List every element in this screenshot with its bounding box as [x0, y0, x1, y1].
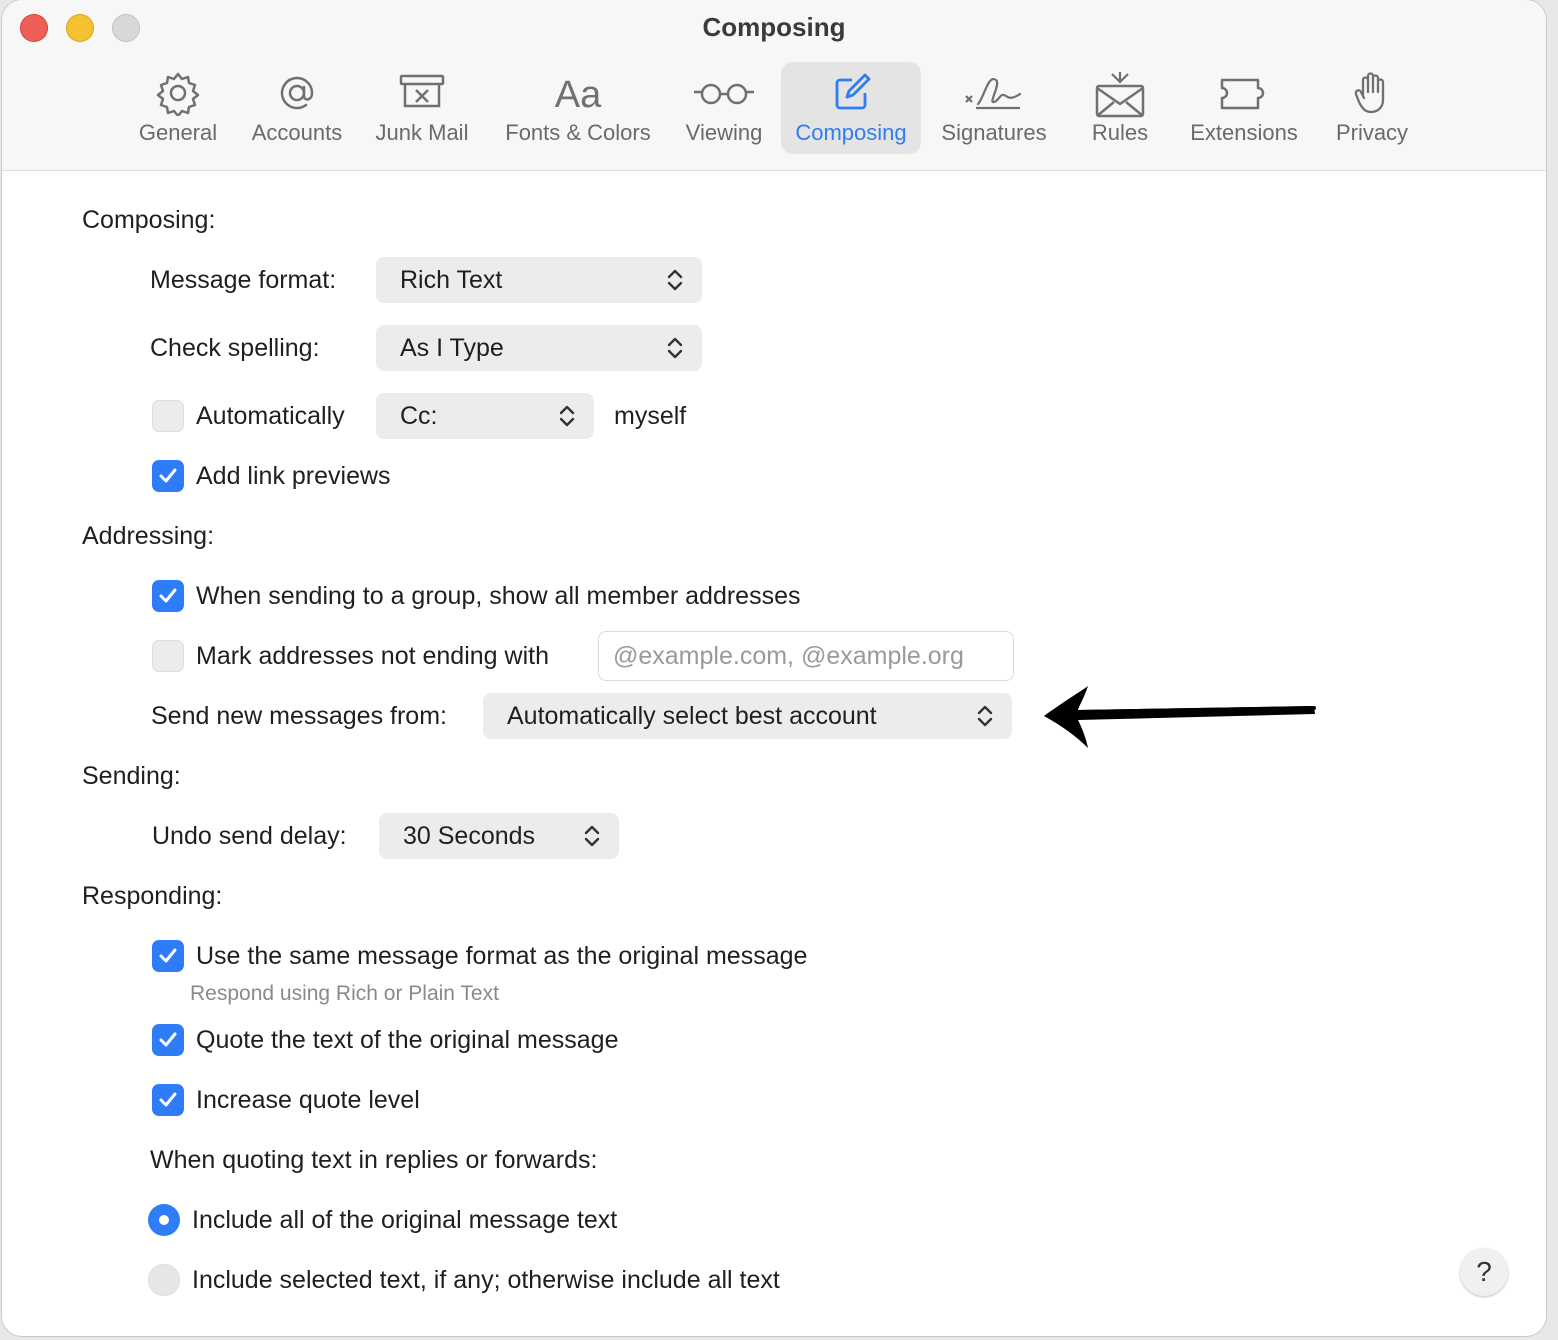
- checkmark-icon: [159, 1092, 177, 1107]
- checkmark-icon: [159, 588, 177, 603]
- tab-rules[interactable]: Rules: [1082, 62, 1158, 154]
- same-format-checkbox[interactable]: [152, 940, 184, 972]
- quote-text-label: Quote the text of the original message: [196, 1026, 619, 1054]
- group-addresses-label: When sending to a group, show all member…: [196, 582, 801, 610]
- increase-quote-checkbox[interactable]: [152, 1084, 184, 1116]
- rules-icon: [1095, 72, 1145, 118]
- svg-text:Aa: Aa: [555, 74, 602, 116]
- preferences-window: Composing General Accounts Junk Mail Aa …: [2, 0, 1546, 1336]
- include-selected-radio[interactable]: [148, 1264, 180, 1296]
- myself-label: myself: [614, 402, 687, 430]
- quote-text-checkbox[interactable]: [152, 1024, 184, 1056]
- annotation-arrow-icon: [1044, 686, 1316, 748]
- puzzle-icon: [1220, 78, 1265, 110]
- automatically-checkbox[interactable]: [152, 400, 184, 432]
- tab-viewing[interactable]: Viewing: [674, 62, 774, 154]
- addressing-heading: Addressing:: [82, 522, 215, 550]
- tab-extensions[interactable]: Extensions: [1182, 62, 1306, 154]
- mark-addresses-label: Mark addresses not ending with: [196, 642, 549, 670]
- send-from-popup[interactable]: Automatically select best account: [483, 693, 1012, 739]
- undo-delay-popup[interactable]: 30 Seconds: [379, 813, 619, 859]
- toolbar: Composing General Accounts Junk Mail Aa …: [2, 0, 1546, 171]
- mark-addresses-checkbox[interactable]: [152, 640, 184, 672]
- fonts-icon: Aa: [555, 74, 602, 116]
- include-all-radio[interactable]: [148, 1204, 180, 1236]
- tab-accounts[interactable]: Accounts: [242, 62, 352, 154]
- signature-icon: [965, 77, 1022, 110]
- glasses-icon: [694, 83, 754, 105]
- gear-icon: [156, 72, 200, 116]
- automatically-label: Automatically: [196, 402, 345, 430]
- junk-mail-icon: [399, 74, 445, 108]
- link-previews-checkbox[interactable]: [152, 460, 184, 492]
- mark-addresses-field[interactable]: @example.com, @example.org: [598, 631, 1014, 681]
- tab-general[interactable]: General: [128, 62, 228, 154]
- responding-heading: Responding:: [82, 882, 223, 910]
- help-button[interactable]: ?: [1460, 1248, 1508, 1296]
- same-format-label: Use the same message format as the origi…: [196, 942, 808, 970]
- tab-privacy[interactable]: Privacy: [1326, 62, 1418, 154]
- include-selected-label: Include selected text, if any; otherwise…: [192, 1266, 780, 1294]
- checkmark-icon: [159, 1032, 177, 1047]
- tab-fonts-colors[interactable]: Aa Fonts & Colors: [496, 62, 660, 154]
- sending-heading: Sending:: [82, 762, 181, 790]
- same-format-sublabel: Respond using Rich or Plain Text: [190, 982, 499, 1005]
- chevron-updown-icon: [559, 405, 575, 427]
- chevron-updown-icon: [667, 269, 683, 291]
- at-icon: [280, 76, 314, 110]
- compose-icon: [835, 73, 871, 110]
- hand-icon: [1354, 72, 1385, 114]
- chevron-updown-icon: [667, 337, 683, 359]
- tab-signatures[interactable]: Signatures: [932, 62, 1056, 154]
- tab-composing[interactable]: Composing: [781, 62, 921, 154]
- message-format-label: Message format:: [150, 266, 337, 294]
- link-previews-label: Add link previews: [196, 462, 391, 490]
- checkmark-icon: [159, 468, 177, 483]
- group-addresses-checkbox[interactable]: [152, 580, 184, 612]
- chevron-updown-icon: [584, 825, 600, 847]
- composing-heading: Composing:: [82, 206, 216, 234]
- message-format-popup[interactable]: Rich Text: [376, 257, 702, 303]
- chevron-updown-icon: [977, 705, 993, 727]
- check-spelling-label: Check spelling:: [150, 334, 320, 362]
- quoting-heading: When quoting text in replies or forwards…: [150, 1146, 598, 1174]
- send-from-label: Send new messages from:: [151, 702, 447, 730]
- include-all-label: Include all of the original message text: [192, 1206, 618, 1234]
- check-spelling-popup[interactable]: As I Type: [376, 325, 702, 371]
- tab-junk-mail[interactable]: Junk Mail: [366, 62, 478, 154]
- checkmark-icon: [159, 948, 177, 963]
- cc-popup[interactable]: Cc:: [376, 393, 594, 439]
- increase-quote-label: Increase quote level: [196, 1086, 420, 1114]
- window-title: Composing: [702, 12, 846, 42]
- undo-delay-label: Undo send delay:: [152, 822, 347, 850]
